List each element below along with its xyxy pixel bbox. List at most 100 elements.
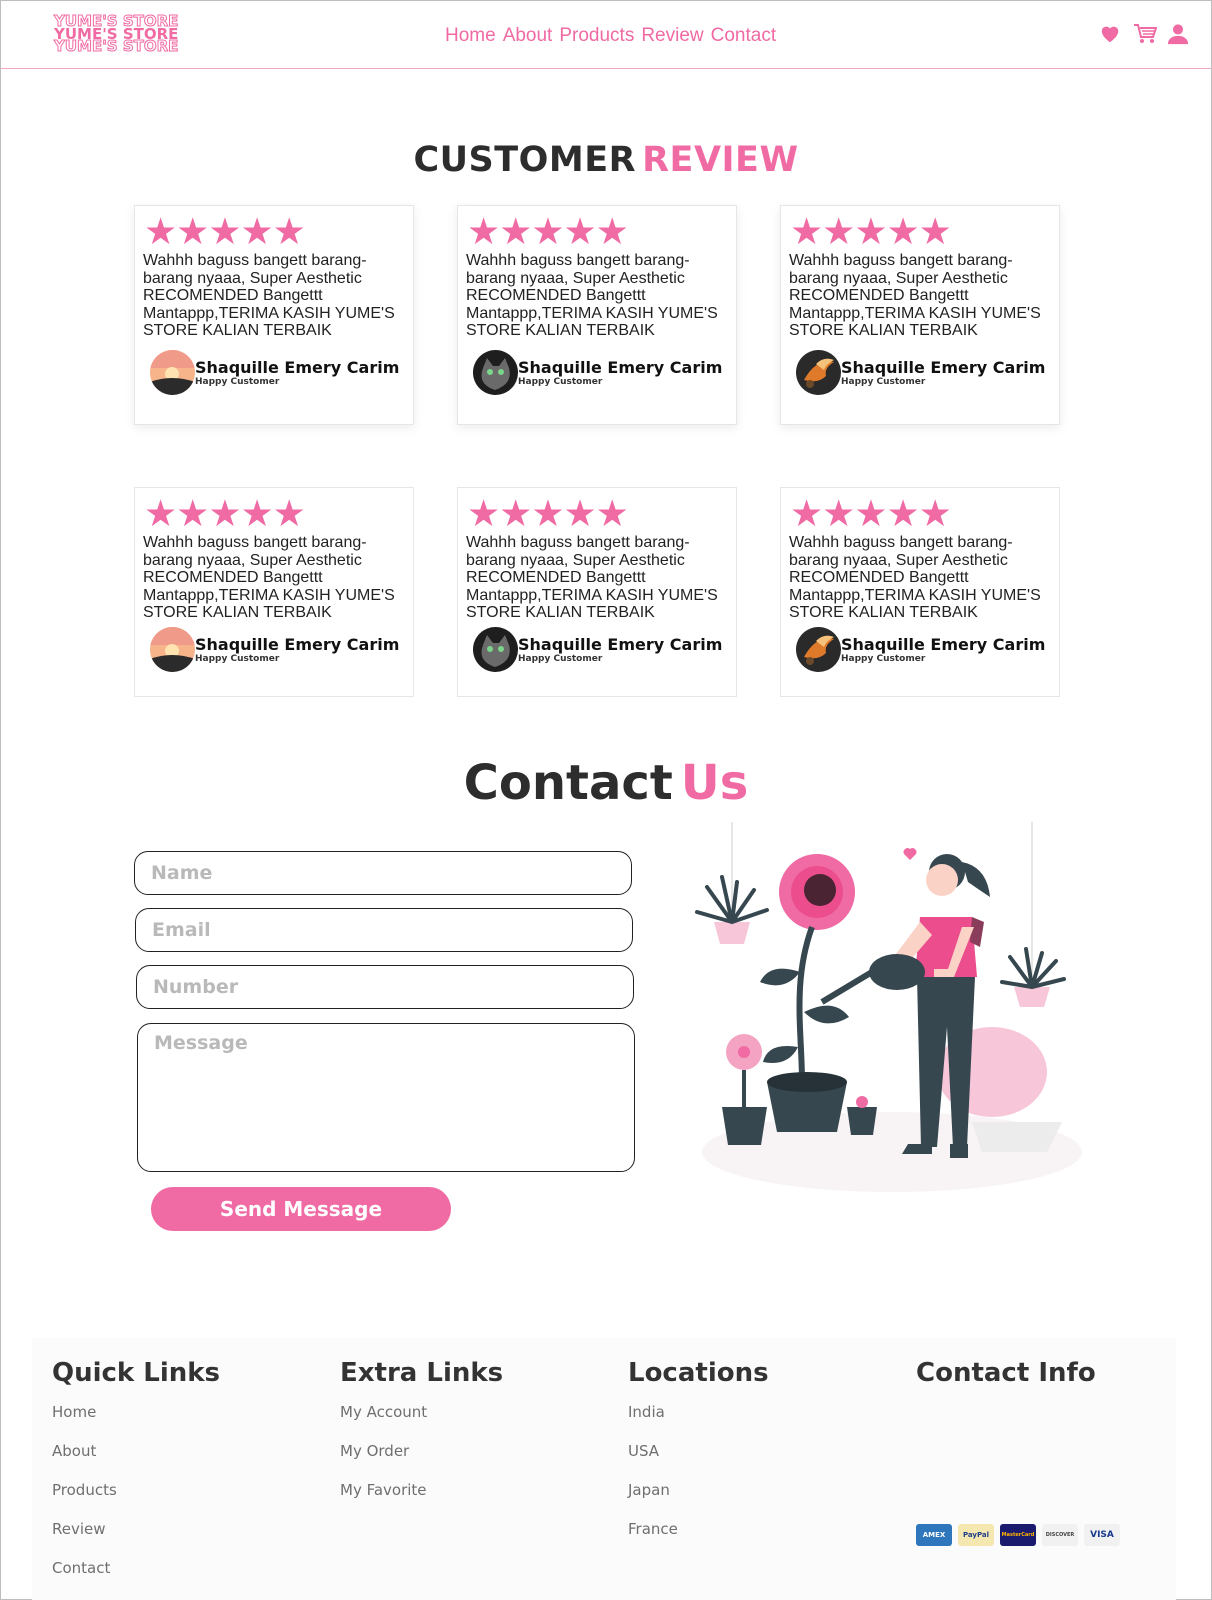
author-role: Happy Customer: [841, 376, 926, 387]
email-placeholder: Email: [152, 919, 211, 941]
store-logo[interactable]: YUME'S STORE YUME'S STORE YUME'S STORE: [54, 13, 189, 55]
author-info: Shaquille Emery Carim Happy Customer: [195, 357, 400, 387]
visa-icon: VISA: [1084, 1524, 1120, 1546]
review-card: ★★★★★ Wahhh baguss bangett barang-barang …: [780, 205, 1060, 425]
author-role: Happy Customer: [841, 653, 926, 664]
payment-methods: AMEX PayPal MasterCard DISCOVER VISA: [916, 1524, 1120, 1546]
review-text: Wahhh baguss bangett barang-barang nyaaa…: [143, 252, 395, 340]
footer-link-my-account[interactable]: My Account: [340, 1402, 503, 1441]
review-author: Shaquille Emery Carim Happy Customer: [796, 350, 1045, 395]
footer-location-india[interactable]: India: [628, 1402, 769, 1441]
star-rating: ★★★★★: [144, 493, 306, 534]
review-card: ★★★★★ Wahhh baguss bangett barang-barang …: [134, 487, 414, 697]
review-text: Wahhh baguss bangett barang-barang nyaaa…: [143, 534, 395, 622]
avatar: [796, 350, 841, 395]
footer-link-about[interactable]: About: [52, 1441, 220, 1480]
paypal-icon: PayPal: [958, 1524, 994, 1546]
review-card: ★★★★★ Wahhh baguss bangett barang-barang …: [780, 487, 1060, 697]
footer-location-france[interactable]: France: [628, 1519, 769, 1558]
footer-link-home[interactable]: Home: [52, 1402, 220, 1441]
review-author: Shaquille Emery Carim Happy Customer: [473, 627, 722, 672]
review-author: Shaquille Emery Carim Happy Customer: [796, 627, 1045, 672]
avatar: [473, 627, 518, 672]
star-rating: ★★★★★: [790, 211, 952, 252]
nav-products-link[interactable]: Products: [559, 25, 634, 47]
contact-info-title: Contact Info: [916, 1358, 1096, 1388]
review-title-pink: REVIEW: [642, 140, 799, 180]
header-icons: [1099, 23, 1189, 45]
footer-link-review[interactable]: Review: [52, 1519, 220, 1558]
review-author: Shaquille Emery Carim Happy Customer: [150, 627, 399, 672]
avatar: [473, 350, 518, 395]
extra-links-column: Extra Links My Account My Order My Favor…: [340, 1358, 503, 1519]
review-section-title: CUSTOMER REVIEW: [0, 140, 1212, 180]
review-card: ★★★★★ Wahhh baguss bangett barang-barang …: [457, 487, 737, 697]
author-name: Shaquille Emery Carim: [841, 357, 1046, 377]
author-role: Happy Customer: [518, 653, 603, 664]
locations-title: Locations: [628, 1358, 769, 1388]
cart-icon[interactable]: [1133, 23, 1158, 45]
contact-section-title: Contact Us: [0, 755, 1212, 811]
number-field[interactable]: Number: [136, 965, 634, 1009]
author-name: Shaquille Emery Carim: [518, 634, 723, 654]
main-nav: Home About Products Review Contact: [445, 25, 776, 47]
footer-link-products[interactable]: Products: [52, 1480, 220, 1519]
message-placeholder: Message: [154, 1032, 248, 1054]
footer-link-contact[interactable]: Contact: [52, 1558, 220, 1597]
contact-title-dark: Contact: [463, 755, 673, 811]
author-name: Shaquille Emery Carim: [518, 357, 723, 377]
author-info: Shaquille Emery Carim Happy Customer: [518, 357, 723, 387]
star-rating: ★★★★★: [144, 211, 306, 252]
logo-line: YUME'S STORE: [54, 37, 179, 55]
footer-link-my-favorite[interactable]: My Favorite: [340, 1480, 503, 1519]
number-placeholder: Number: [153, 976, 239, 998]
author-role: Happy Customer: [195, 376, 280, 387]
author-name: Shaquille Emery Carim: [195, 357, 400, 377]
email-field[interactable]: Email: [135, 908, 633, 952]
user-icon[interactable]: [1167, 23, 1189, 45]
review-text: Wahhh baguss bangett barang-barang nyaaa…: [789, 252, 1041, 340]
nav-review-link[interactable]: Review: [641, 25, 703, 47]
author-info: Shaquille Emery Carim Happy Customer: [518, 634, 723, 664]
send-message-button[interactable]: Send Message: [151, 1187, 451, 1231]
review-author: Shaquille Emery Carim Happy Customer: [150, 350, 399, 395]
name-placeholder: Name: [151, 862, 213, 884]
author-info: Shaquille Emery Carim Happy Customer: [841, 634, 1046, 664]
message-textarea[interactable]: Message: [137, 1023, 635, 1172]
avatar: [150, 350, 195, 395]
avatar: [150, 627, 195, 672]
author-info: Shaquille Emery Carim Happy Customer: [841, 357, 1046, 387]
name-field[interactable]: Name: [134, 851, 632, 895]
discover-icon: DISCOVER: [1042, 1524, 1078, 1546]
footer-link-my-order[interactable]: My Order: [340, 1441, 503, 1480]
mastercard-icon: MasterCard: [1000, 1524, 1036, 1546]
author-name: Shaquille Emery Carim: [195, 634, 400, 654]
extra-links-title: Extra Links: [340, 1358, 504, 1388]
footer-location-japan[interactable]: Japan: [628, 1480, 769, 1519]
star-rating: ★★★★★: [790, 493, 952, 534]
contact-info-column: Contact Info: [916, 1358, 1096, 1402]
amex-icon: AMEX: [916, 1524, 952, 1546]
nav-contact-link[interactable]: Contact: [711, 25, 776, 47]
footer-location-usa[interactable]: USA: [628, 1441, 769, 1480]
review-text: Wahhh baguss bangett barang-barang nyaaa…: [466, 534, 718, 622]
author-role: Happy Customer: [518, 376, 603, 387]
site-footer: Quick Links Home About Products Review C…: [32, 1338, 1176, 1600]
author-info: Shaquille Emery Carim Happy Customer: [195, 634, 400, 664]
nav-home-link[interactable]: Home: [445, 25, 496, 47]
review-title-dark: CUSTOMER: [413, 140, 637, 180]
contact-title-pink: Us: [680, 755, 749, 811]
review-card: ★★★★★ Wahhh baguss bangett barang-barang …: [134, 205, 414, 425]
review-text: Wahhh baguss bangett barang-barang nyaaa…: [466, 252, 718, 340]
author-name: Shaquille Emery Carim: [841, 634, 1046, 654]
nav-about-link[interactable]: About: [503, 25, 553, 47]
heart-icon[interactable]: [1099, 23, 1121, 45]
avatar: [796, 627, 841, 672]
star-rating: ★★★★★: [467, 211, 629, 252]
quick-links-title: Quick Links: [52, 1358, 221, 1388]
author-role: Happy Customer: [195, 653, 280, 664]
locations-column: Locations India USA Japan France: [628, 1358, 769, 1558]
star-rating: ★★★★★: [467, 493, 629, 534]
quick-links-column: Quick Links Home About Products Review C…: [52, 1358, 220, 1597]
review-text: Wahhh baguss bangett barang-barang nyaaa…: [789, 534, 1041, 622]
